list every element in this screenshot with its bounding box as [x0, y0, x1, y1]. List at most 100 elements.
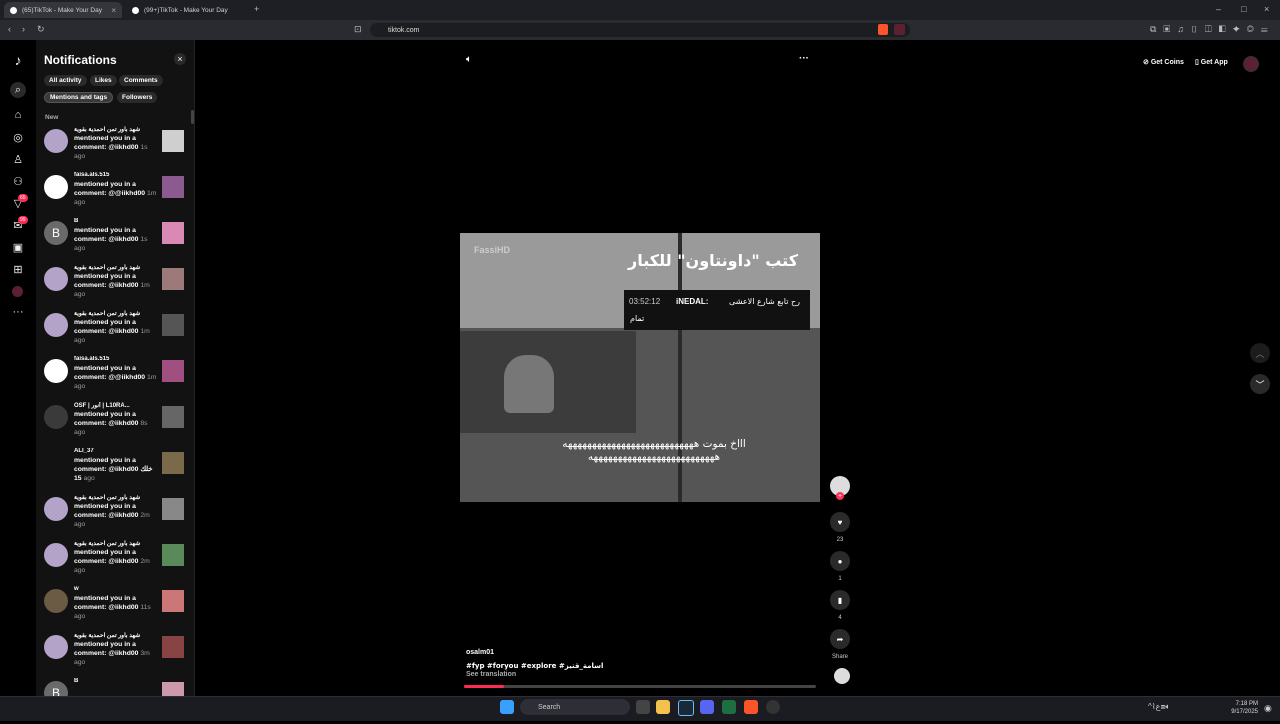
profile-avatar[interactable] — [12, 286, 23, 297]
avatar[interactable] — [44, 175, 68, 199]
steam-icon[interactable] — [678, 700, 694, 716]
more-options-icon[interactable]: ··· — [799, 53, 809, 64]
filter-comments[interactable]: Comments — [119, 75, 163, 86]
notification-username[interactable]: شهد باور تمن احمدية بقوية — [74, 264, 158, 271]
notification-center-icon[interactable]: ◉ — [1264, 703, 1272, 714]
avatar[interactable] — [44, 497, 68, 521]
friends-icon[interactable]: ⚇ — [10, 173, 26, 189]
notification-username[interactable]: faisa.als.515 — [74, 356, 158, 362]
filter-followers[interactable]: Followers — [117, 92, 158, 103]
brave-browser-icon[interactable] — [744, 700, 758, 714]
notification-item[interactable]: B Bmentioned you in a comment: @iikhd00 1… — [44, 218, 190, 264]
excel-icon[interactable] — [722, 700, 736, 714]
video-progress-bar[interactable] — [464, 685, 816, 688]
notification-item[interactable]: ALI_37 mentioned you in a comment: @iikhd… — [44, 448, 190, 494]
home-icon[interactable]: ⌂ — [10, 107, 26, 123]
get-coins-button[interactable]: ⊘ Get Coins — [1143, 58, 1184, 66]
notification-username[interactable]: شهد باور تمن احمدية بقوية — [74, 632, 158, 639]
notification-item[interactable]: شهد باور تمن احمدية بقوية mentioned you i… — [44, 126, 190, 172]
file-explorer-icon[interactable] — [656, 700, 670, 714]
notification-username[interactable]: شهد باور تمن احمدية بقوية — [74, 540, 158, 547]
notification-item[interactable]: faisa.als.515 mentioned you in a comment:… — [44, 172, 190, 218]
avatar[interactable] — [44, 589, 68, 613]
notification-username[interactable]: ALI_37 — [74, 448, 158, 454]
taskbar-clock[interactable]: 7:18 PM 9/17/2025 — [1228, 700, 1258, 716]
app-icon[interactable] — [766, 700, 780, 714]
panel-scrollbar[interactable] — [191, 110, 194, 124]
video-thumbnail[interactable] — [162, 636, 184, 658]
next-video-icon[interactable]: ﹀ — [1250, 374, 1270, 394]
video-thumbnail[interactable] — [162, 314, 184, 336]
upload-icon[interactable]: ⊞ — [10, 261, 26, 277]
volume-icon[interactable]: 🔈︎ — [466, 54, 472, 65]
notification-username[interactable]: OSF | أنور | L10RA... — [74, 402, 158, 409]
close-window-icon[interactable]: × — [1264, 4, 1269, 14]
notification-item[interactable]: شهد باور تمن احمدية بقوية mentioned you i… — [44, 540, 190, 586]
user-avatar[interactable] — [1243, 56, 1259, 72]
bookmark-save-icon[interactable]: ▮ — [830, 590, 850, 610]
filter-all-activity[interactable]: All activity — [44, 75, 87, 86]
avatar[interactable]: B — [44, 221, 68, 245]
forward-icon[interactable]: › — [22, 24, 25, 34]
video-thumbnail[interactable] — [162, 268, 184, 290]
close-icon[interactable]: × — [174, 53, 186, 65]
minimize-icon[interactable]: – — [1216, 4, 1221, 14]
address-bar[interactable]: tiktok.com — [370, 23, 910, 37]
back-icon[interactable]: ‹ — [8, 24, 11, 34]
avatar[interactable] — [44, 451, 68, 475]
filter-mentions-and-tags[interactable]: Mentions and tags — [44, 92, 114, 103]
notification-username[interactable]: شهد باور تمن احمدية بقوية — [74, 126, 158, 133]
video-thumbnail[interactable] — [162, 544, 184, 566]
video-thumbnail[interactable] — [162, 590, 184, 612]
like-heart-icon[interactable]: ♥ — [830, 512, 850, 532]
video-author[interactable]: osalm01 — [466, 649, 494, 656]
task-view-icon[interactable] — [636, 700, 650, 714]
video-thumbnail[interactable] — [162, 406, 184, 428]
video-thumbnail[interactable] — [162, 130, 184, 152]
avatar[interactable] — [44, 267, 68, 291]
video-player[interactable]: FassiHD كتب "داونتاون" للكبار 03:52:12 i… — [460, 233, 820, 502]
video-thumbnail[interactable] — [162, 360, 184, 382]
avatar[interactable] — [44, 543, 68, 567]
video-thumbnail[interactable] — [162, 176, 184, 198]
avatar[interactable] — [44, 129, 68, 153]
new-tab-icon[interactable]: + — [254, 4, 259, 14]
previous-video-icon[interactable]: ︿ — [1250, 343, 1270, 363]
notification-username[interactable]: w — [74, 586, 158, 592]
discord-icon[interactable] — [700, 700, 714, 714]
bookmark-icon[interactable]: ⊡ — [354, 24, 362, 35]
notification-username[interactable]: شهد باور تمن احمدية بقوية — [74, 494, 158, 501]
maximize-icon[interactable]: □ — [1241, 4, 1246, 14]
windows-start-icon[interactable] — [500, 700, 514, 714]
notification-username[interactable]: B — [74, 678, 158, 684]
avatar[interactable] — [44, 405, 68, 429]
taskbar-search[interactable]: Search — [520, 699, 630, 715]
extensions-icon[interactable]: ⧉▣♫▯◫◧✦◎☰ — [1150, 24, 1275, 35]
close-tab-icon[interactable]: × — [111, 6, 116, 15]
comment-icon[interactable]: ● — [830, 551, 850, 571]
get-app-button[interactable]: ▯ Get App — [1195, 58, 1228, 66]
avatar[interactable] — [44, 359, 68, 383]
notification-username[interactable]: B — [74, 218, 158, 224]
filter-likes[interactable]: Likes — [90, 75, 117, 86]
browser-tab[interactable]: (99+)TikTok - Make Your Day — [126, 2, 246, 18]
avatar[interactable] — [44, 313, 68, 337]
notification-item[interactable]: شهد باور تمن احمدية بقوية mentioned you i… — [44, 264, 190, 310]
notification-item[interactable]: w mentioned you in a comment: @iikhd00 11… — [44, 586, 190, 632]
follow-plus-icon[interactable]: + — [836, 492, 844, 500]
system-tray-icons[interactable]: ^⌇ع⧈🔈︎ — [1148, 702, 1170, 712]
video-thumbnail[interactable] — [162, 222, 184, 244]
video-thumbnail[interactable] — [162, 452, 184, 474]
video-thumbnail[interactable] — [162, 498, 184, 520]
notification-item[interactable]: faisa.als.515 mentioned you in a comment:… — [44, 356, 190, 402]
notification-item[interactable]: OSF | أنور | L10RA... mentioned you in a … — [44, 402, 190, 448]
notification-item[interactable]: شهد باور تمن احمدية بقوية mentioned you i… — [44, 310, 190, 356]
music-disc-icon[interactable] — [834, 668, 850, 684]
more-icon[interactable]: ··· — [10, 304, 26, 320]
following-icon[interactable]: ♙ — [10, 151, 26, 167]
avatar[interactable] — [44, 635, 68, 659]
tiktok-logo-icon[interactable]: ♪ — [10, 52, 26, 68]
share-arrow-icon[interactable]: ➦ — [830, 629, 850, 649]
explore-icon[interactable]: ◎ — [10, 129, 26, 145]
brave-shield-icon[interactable] — [878, 24, 888, 35]
